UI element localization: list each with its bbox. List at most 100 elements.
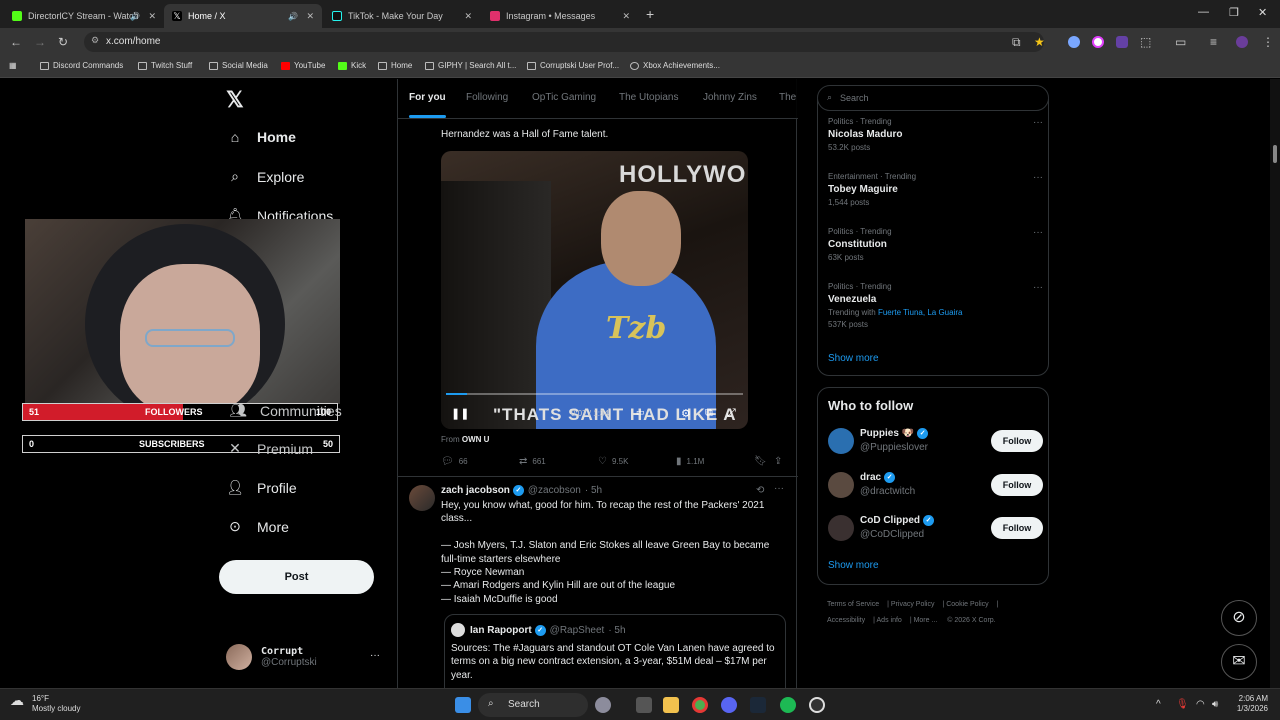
menu-kebab-icon[interactable]: ⋮ bbox=[1262, 35, 1274, 49]
tab-instagram[interactable]: Instagram • Messages ✕ bbox=[482, 4, 638, 28]
url-bar[interactable]: ⚙ x.com/home bbox=[84, 32, 1044, 52]
quoted-post[interactable]: Ian Rapoport ✓ @RapSheet · 5h Sources: T… bbox=[444, 614, 786, 688]
copilot-icon[interactable] bbox=[595, 697, 611, 713]
follow-show-more-link[interactable]: Show more bbox=[828, 560, 879, 571]
more-icon[interactable]: ··· bbox=[1033, 172, 1043, 183]
weather-widget[interactable]: ☁ 16°F Mostly cloudy bbox=[10, 693, 80, 714]
more-icon[interactable]: ··· bbox=[1033, 282, 1043, 293]
reload-button[interactable]: ↻ bbox=[58, 35, 68, 49]
close-window-button[interactable]: ✕ bbox=[1258, 6, 1267, 19]
settings-icon[interactable]: ⚙ bbox=[681, 407, 691, 420]
spotify-icon[interactable] bbox=[780, 697, 796, 713]
more-icon[interactable]: ··· bbox=[1033, 227, 1043, 238]
tab-optic-gaming[interactable]: OpTic Gaming bbox=[532, 92, 596, 103]
more-icon[interactable]: ··· bbox=[774, 483, 784, 494]
speaker-icon[interactable]: 🔊 bbox=[288, 12, 298, 21]
profile-avatar[interactable] bbox=[1236, 36, 1248, 48]
speaker-icon[interactable]: 🔊 bbox=[130, 12, 140, 21]
pip-icon[interactable]: ⧉ bbox=[705, 407, 713, 420]
tab-kick-stream[interactable]: DirectorlCY Stream - Watch 🔊 ✕ bbox=[4, 4, 164, 28]
messages-button[interactable]: ✉ bbox=[1221, 644, 1257, 680]
trend-related-links[interactable]: Fuerte Tiuna, La Guaira bbox=[878, 308, 963, 317]
footer-link[interactable]: Terms of Service bbox=[827, 601, 879, 608]
footer-link[interactable]: Cookie Policy bbox=[946, 601, 988, 608]
bookmark-star-icon[interactable]: ★ bbox=[1034, 35, 1045, 49]
minimize-button[interactable]: — bbox=[1198, 6, 1209, 18]
task-view-icon[interactable] bbox=[636, 697, 652, 713]
video-player[interactable]: HOLLYWO Tzb "THATS SAINT HAD LIKE A ❚❚ 0… bbox=[441, 151, 748, 429]
close-icon[interactable]: ✕ bbox=[148, 11, 156, 22]
sidebar-item-home[interactable]: ⌂ Home bbox=[226, 129, 296, 145]
follow-suggestion[interactable]: Puppies 🐶 ✓ @Puppieslover Follow bbox=[828, 426, 1043, 456]
trend-item[interactable]: Entertainment · Trending Tobey Maguire 1… bbox=[828, 172, 1043, 207]
bookmark-youtube[interactable]: YouTube bbox=[281, 61, 325, 70]
follow-suggestion[interactable]: drac ✓ @dractwitch Follow bbox=[828, 470, 1043, 500]
follow-button[interactable]: Follow bbox=[991, 517, 1043, 539]
wifi-icon[interactable]: ◠ bbox=[1196, 699, 1205, 710]
tab-following[interactable]: Following bbox=[466, 92, 508, 103]
tab-home-x[interactable]: 𝕏 Home / X 🔊 ✕ bbox=[164, 4, 322, 28]
apps-grid-icon[interactable]: ▦ bbox=[9, 61, 17, 70]
repost-button[interactable]: ⇄ 661 bbox=[519, 456, 546, 467]
tab-the-utopians[interactable]: The Utopians bbox=[619, 92, 678, 103]
taskbar-search[interactable]: ⌕ Search bbox=[478, 693, 588, 717]
share-button[interactable]: ⇪ bbox=[774, 456, 787, 467]
pause-icon[interactable]: ❚❚ bbox=[451, 407, 469, 420]
sidebar-item-more[interactable]: ⊙ More bbox=[226, 518, 289, 535]
follow-button[interactable]: Follow bbox=[991, 430, 1043, 452]
bookmark-button[interactable]: 🔖︎ bbox=[754, 456, 772, 467]
footer-link[interactable]: Privacy Policy bbox=[891, 601, 935, 608]
footer-link[interactable]: More ... bbox=[914, 617, 938, 624]
twitch-extension-icon[interactable] bbox=[1116, 36, 1128, 48]
trends-show-more-link[interactable]: Show more bbox=[828, 353, 879, 364]
tab-johnny-zins[interactable]: Johnny Zins bbox=[703, 92, 757, 103]
extension-icon[interactable] bbox=[1068, 36, 1080, 48]
bookmark-corruptski[interactable]: Corruptski User Prof... bbox=[527, 61, 619, 70]
close-icon[interactable]: ✕ bbox=[622, 11, 630, 22]
scrollbar-thumb[interactable] bbox=[1273, 145, 1277, 163]
new-tab-button[interactable]: + bbox=[646, 6, 654, 22]
bookmark-social-media[interactable]: Social Media bbox=[209, 61, 268, 70]
x-logo-icon[interactable]: 𝕏 bbox=[226, 87, 244, 113]
footer-link[interactable]: Ads info bbox=[877, 617, 902, 624]
fullscreen-icon[interactable]: ⤢ bbox=[727, 407, 736, 420]
install-app-icon[interactable]: ⧉ bbox=[1012, 35, 1021, 50]
footer-link[interactable]: Accessibility bbox=[827, 617, 865, 624]
bookmark-discord-commands[interactable]: Discord Commands bbox=[40, 61, 123, 70]
more-icon[interactable]: ··· bbox=[1033, 117, 1043, 128]
more-icon[interactable]: ··· bbox=[370, 650, 380, 661]
clock[interactable]: 2:06 AM 1/3/2026 bbox=[1218, 694, 1268, 714]
like-button[interactable]: ♡ 9.5K bbox=[598, 456, 628, 467]
sidebar-item-profile[interactable]: 👤︎ Profile bbox=[226, 479, 297, 496]
chrome-icon[interactable] bbox=[692, 697, 708, 713]
file-explorer-icon[interactable] bbox=[663, 697, 679, 713]
avatar[interactable] bbox=[409, 485, 435, 511]
views-button[interactable]: ▮ 1.1M bbox=[676, 456, 704, 467]
bookmark-xbox-achievements[interactable]: Xbox Achievements... bbox=[630, 61, 720, 70]
trend-item[interactable]: Politics · Trending Venezuela Trending w… bbox=[828, 282, 1043, 329]
follow-button[interactable]: Follow bbox=[991, 474, 1043, 496]
post-author[interactable]: zach jacobson ✓ @zacobson · 5h bbox=[441, 485, 602, 496]
trend-item[interactable]: Politics · Trending Nicolas Maduro 53.2K… bbox=[828, 117, 1043, 152]
trend-item[interactable]: Politics · Trending Constitution 63K pos… bbox=[828, 227, 1043, 262]
close-icon[interactable]: ✕ bbox=[464, 11, 472, 22]
steam-icon[interactable] bbox=[750, 697, 766, 713]
grok-icon[interactable]: ⟲ bbox=[756, 485, 764, 496]
account-switcher[interactable]: Corrupt @Corruptski ··· bbox=[226, 644, 380, 670]
search-input[interactable]: ⌕ Search bbox=[817, 85, 1049, 111]
post-button[interactable]: Post bbox=[219, 560, 374, 594]
tab-the[interactable]: The bbox=[779, 92, 796, 103]
start-icon[interactable] bbox=[455, 697, 471, 713]
discord-icon[interactable] bbox=[721, 697, 737, 713]
grok-button[interactable]: ⊘ bbox=[1221, 600, 1257, 636]
bookmark-giphy[interactable]: GIPHY | Search All t... bbox=[425, 61, 516, 70]
extensions-puzzle-icon[interactable]: ⬚ bbox=[1140, 35, 1151, 49]
side-panel-icon[interactable]: ▭ bbox=[1175, 35, 1186, 49]
tray-overflow-icon[interactable]: ^ bbox=[1156, 699, 1161, 710]
media-controls-icon[interactable]: ≡ bbox=[1210, 35, 1217, 49]
captions-icon[interactable]: ▭ bbox=[636, 407, 645, 418]
forward-button[interactable]: → bbox=[34, 35, 46, 49]
follow-suggestion[interactable]: CoD Clipped ✓ @CoDClipped Follow bbox=[828, 513, 1043, 543]
tab-tiktok[interactable]: TikTok - Make Your Day ✕ bbox=[324, 4, 480, 28]
back-button[interactable]: ← bbox=[10, 35, 22, 49]
